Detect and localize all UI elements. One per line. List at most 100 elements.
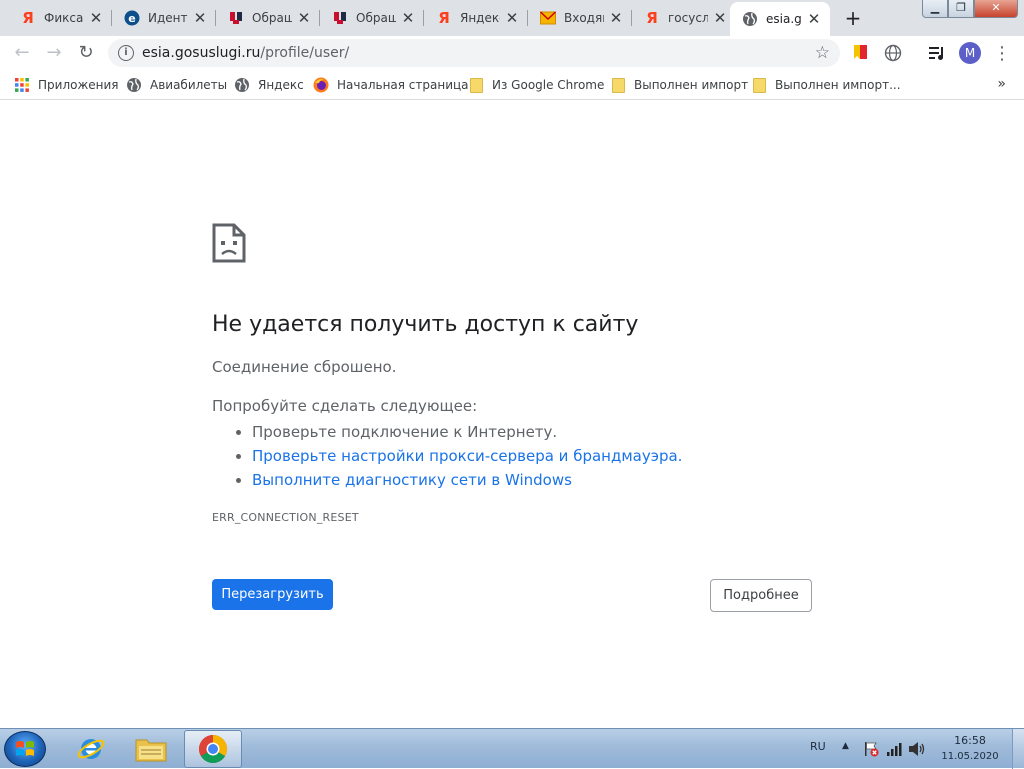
bookmark-label: Авиабилеты [150, 78, 228, 92]
url-text[interactable]: esia.gosuslugi.ru/profile/user/ [142, 39, 349, 67]
apps-grid-icon [14, 77, 30, 93]
close-icon[interactable]: ✕ [296, 10, 312, 26]
media-playlist-icon[interactable] [927, 43, 947, 63]
system-clock[interactable]: 16:58 11.05.2020 [940, 733, 1000, 764]
yandex-icon: Я [438, 9, 450, 27]
profile-avatar[interactable]: M [959, 42, 981, 64]
site-info-icon[interactable]: i [118, 45, 134, 61]
mail-envelope-icon [540, 10, 556, 26]
window-close-button[interactable]: ✕ [974, 0, 1018, 18]
page-content: Не удается получить доступ к сайту Соеди… [0, 100, 1024, 728]
bookmark-apps[interactable]: Приложения [14, 76, 119, 94]
bookmark-yandex[interactable]: Яндекс [234, 76, 304, 94]
folder-icon [468, 77, 484, 93]
windows-taskbar: RU ▲ 16:58 11.05.2020 [0, 728, 1024, 769]
sad-page-icon [212, 223, 246, 267]
suggestion-check-proxy-link[interactable]: Проверьте настройки прокси-сервера и бра… [235, 444, 682, 468]
reload-page-button[interactable]: Перезагрузить [212, 579, 333, 610]
show-desktop-button[interactable] [1012, 729, 1024, 769]
tab-title: esia.go [766, 12, 802, 26]
tab-title: Идентı [148, 11, 188, 25]
chrome-icon [199, 735, 227, 763]
details-button[interactable]: Подробнее [710, 579, 812, 612]
bookmarks-overflow-button[interactable]: » [997, 76, 1006, 92]
close-icon[interactable]: ✕ [400, 10, 416, 26]
globe-icon [126, 77, 142, 93]
tab-title: Фиксац [44, 11, 84, 25]
network-signal-icon[interactable] [885, 740, 903, 758]
bookmark-folder-chrome[interactable]: Из Google Chrome [468, 76, 604, 94]
globe-icon [234, 77, 250, 93]
folder-explorer-icon [135, 739, 167, 762]
tab-6[interactable]: Входящ ✕ [528, 4, 632, 32]
address-bar[interactable]: i esia.gosuslugi.ru/profile/user/ ☆ [108, 39, 840, 67]
tab-title: Яндекс [460, 11, 500, 25]
window-controls: ▁ ❐ ✕ [922, 0, 1018, 20]
forward-button[interactable]: → [42, 41, 66, 65]
bookmarks-bar: Приложения Авиабилеты Яндекс Начальная с… [0, 70, 1024, 100]
tab-1[interactable]: Я Фиксац ✕ [8, 4, 112, 32]
action-center-flag-icon[interactable] [862, 740, 880, 758]
close-icon[interactable]: ✕ [806, 11, 822, 27]
ie-icon [77, 739, 105, 759]
error-subtitle: Соединение сброшено. [212, 358, 397, 376]
suggestion-check-connection: Проверьте подключение к Интернету. [235, 420, 682, 444]
yandex-icon: Я [22, 9, 34, 27]
suggestion-run-diagnostics-link[interactable]: Выполните диагностику сети в Windows [235, 468, 682, 492]
tab-title: Обращ [252, 11, 292, 25]
svg-text:e: e [128, 12, 135, 25]
bookmark-label: Из Google Chrome [492, 78, 605, 92]
volume-icon[interactable] [908, 740, 926, 758]
bookmark-label: Яндекс [258, 78, 304, 92]
esia-e-icon: e [124, 10, 140, 26]
folder-icon [751, 77, 767, 93]
error-title: Не удается получить доступ к сайту [212, 312, 639, 337]
clock-date: 11.05.2020 [941, 751, 999, 762]
tab-title: госуслу [668, 11, 708, 25]
globe-icon [742, 11, 758, 27]
bookmark-folder-import-2[interactable]: Выполнен импорт... [751, 76, 901, 94]
taskbar-explorer[interactable] [122, 730, 180, 768]
bookmark-label: Приложения [38, 78, 119, 92]
tab-7[interactable]: Я госуслу ✕ [632, 4, 736, 32]
chrome-menu-icon[interactable]: ⋮ [992, 43, 1012, 64]
show-hidden-icons-button[interactable]: ▲ [842, 741, 849, 751]
windows-logo-icon [16, 741, 34, 756]
tab-title: Входящ [564, 11, 604, 25]
bookmark-folder-import-1[interactable]: Выполнен импорт [610, 76, 748, 94]
bookmark-label: Начальная страница [337, 78, 469, 92]
taskbar-internet-explorer[interactable] [62, 730, 120, 768]
bookmark-aviabilety[interactable]: Авиабилеты [126, 76, 227, 94]
browser-toolbar: ← → ↻ i esia.gosuslugi.ru/profile/user/ … [0, 36, 1024, 70]
back-button[interactable]: ← [10, 41, 34, 65]
gerb-icon [228, 10, 244, 26]
bookmark-start-page[interactable]: Начальная страница [313, 76, 469, 94]
tab-4[interactable]: Обращ ✕ [320, 4, 424, 32]
tab-5[interactable]: Я Яндекс ✕ [424, 4, 528, 32]
start-button[interactable] [4, 731, 46, 767]
clock-time: 16:58 [954, 734, 986, 747]
new-tab-button[interactable]: + [840, 6, 866, 32]
yandex-icon: Я [646, 9, 658, 27]
yandex-bookmark-extension-icon[interactable] [851, 43, 871, 63]
suggestion-list: Проверьте подключение к Интернету. Прове… [235, 420, 682, 492]
tab-strip: Я Фиксац ✕ e Идентı ✕ Обращ ✕ Обращ ✕ Я … [0, 0, 1024, 36]
reload-button[interactable]: ↻ [74, 41, 98, 65]
tab-8-active[interactable]: esia.go ✕ [730, 2, 830, 36]
close-icon[interactable]: ✕ [88, 10, 104, 26]
language-indicator[interactable]: RU [810, 740, 826, 753]
globe-extension-icon[interactable] [883, 43, 903, 63]
folder-icon [610, 77, 626, 93]
minimize-button[interactable]: ▁ [922, 0, 948, 18]
bookmark-label: Выполнен импорт... [775, 78, 901, 92]
taskbar-chrome[interactable] [184, 730, 242, 768]
bookmark-star-icon[interactable]: ☆ [815, 41, 830, 65]
maximize-button[interactable]: ❐ [948, 0, 974, 18]
tab-2[interactable]: e Идентı ✕ [112, 4, 216, 32]
close-icon[interactable]: ✕ [192, 10, 208, 26]
close-icon[interactable]: ✕ [504, 10, 520, 26]
close-icon[interactable]: ✕ [712, 10, 728, 26]
tab-3[interactable]: Обращ ✕ [216, 4, 320, 32]
firefox-icon [313, 77, 329, 93]
close-icon[interactable]: ✕ [608, 10, 624, 26]
